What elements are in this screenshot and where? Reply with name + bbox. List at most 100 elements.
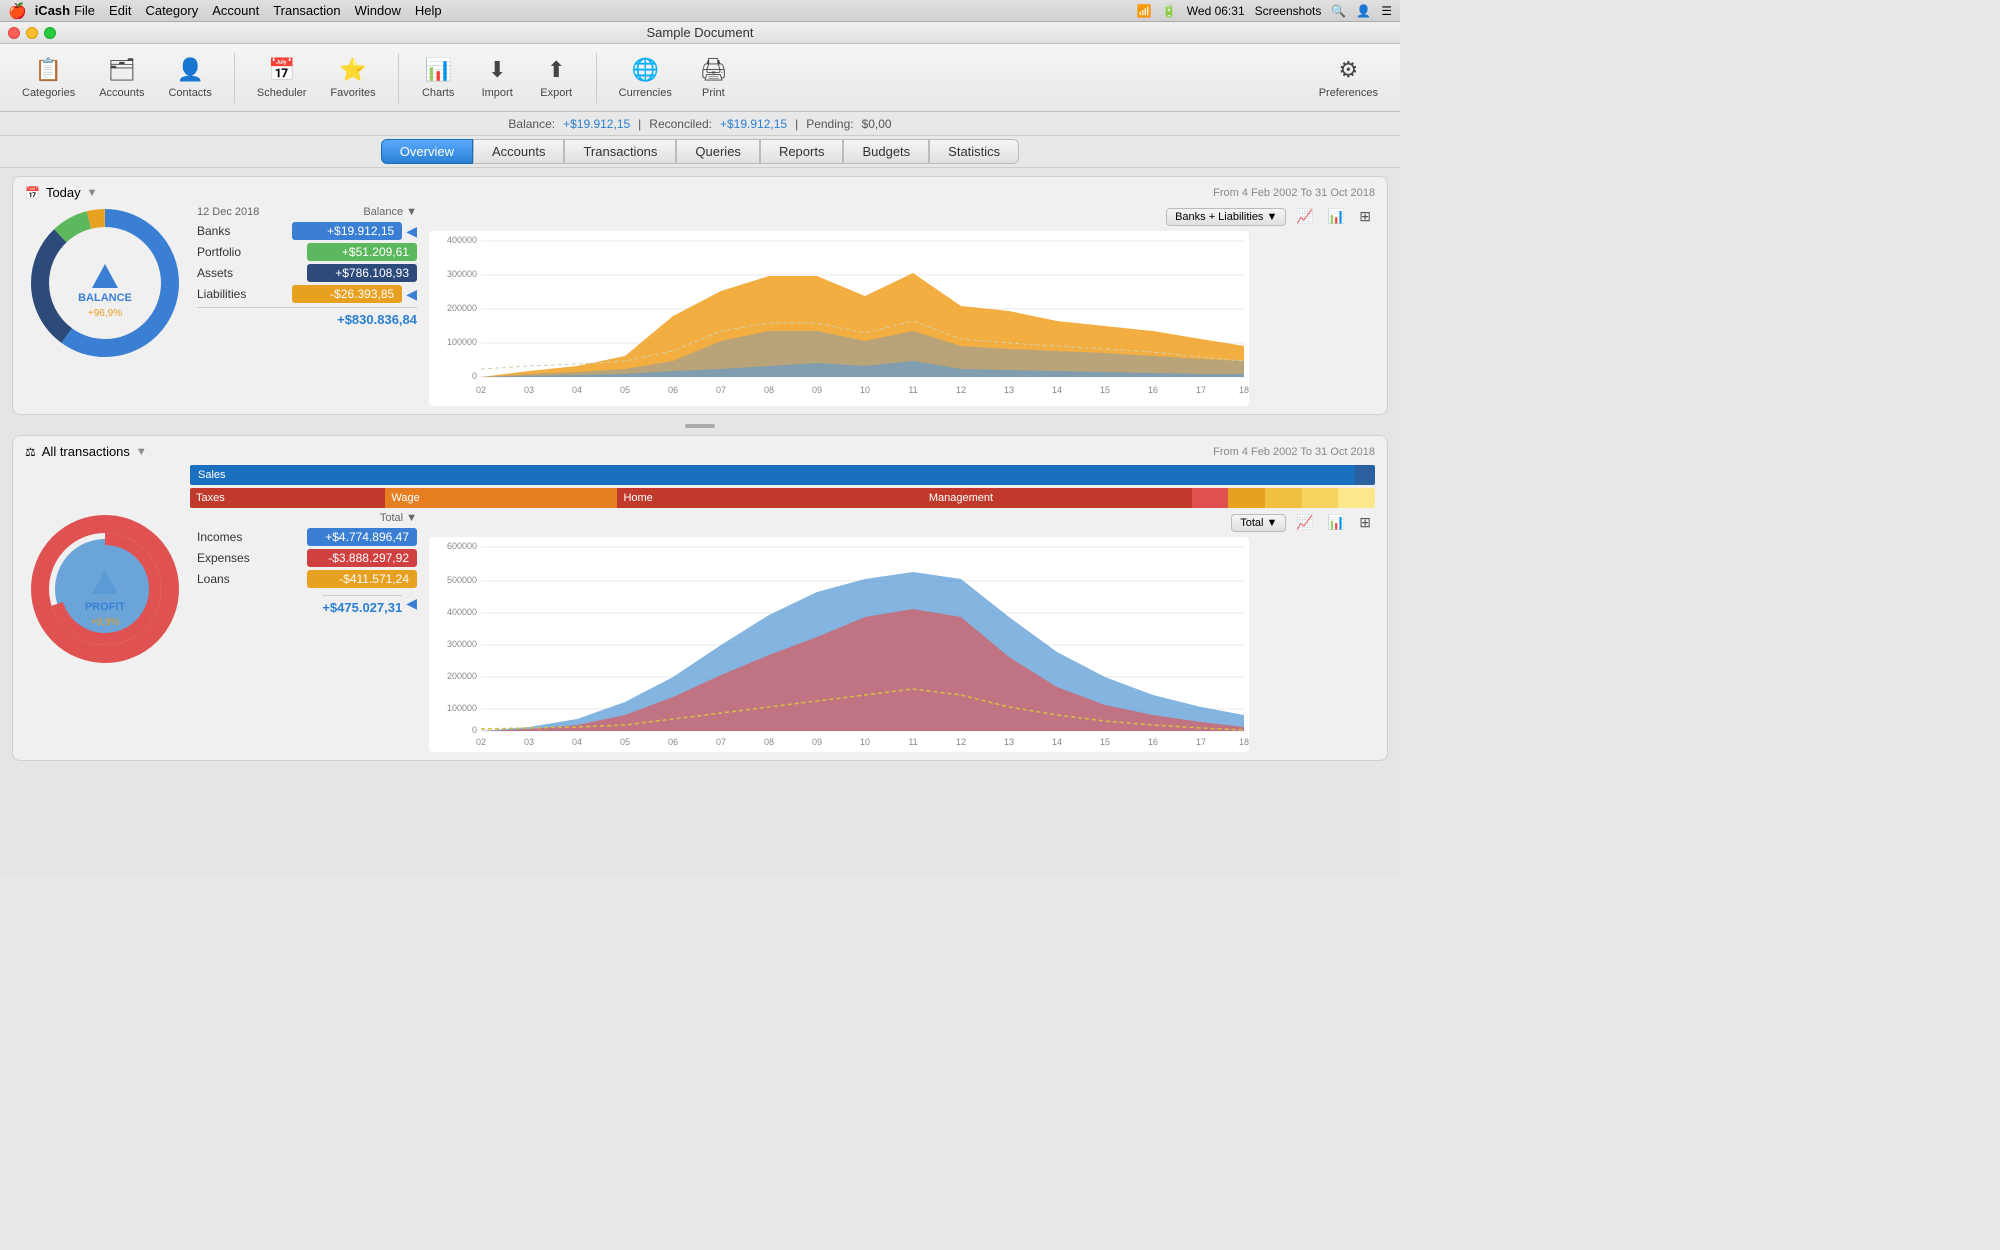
toolbar-print[interactable]: 🖨 Print <box>686 51 741 105</box>
user-icon[interactable]: 👤 <box>1356 4 1371 18</box>
svg-text:08: 08 <box>764 385 774 395</box>
wifi-icon: 📶 <box>1137 4 1152 18</box>
preferences-label: Preferences <box>1319 87 1378 99</box>
accounts-icon: 🗂 <box>108 57 136 83</box>
tab-reports[interactable]: Reports <box>760 139 844 164</box>
menu-transaction[interactable]: Transaction <box>273 3 340 18</box>
all-transactions-label[interactable]: All transactions <box>42 444 130 459</box>
svg-text:05: 05 <box>620 385 630 395</box>
currencies-label: Currencies <box>619 87 672 99</box>
bar-chart-icon[interactable]: 📊 <box>1324 206 1349 227</box>
today-dropdown-icon[interactable]: ▼ <box>87 187 98 199</box>
svg-text:+9,9%: +9,9% <box>90 617 119 628</box>
balance-value: +$19.912,15 <box>563 117 630 131</box>
menu-window[interactable]: Window <box>355 3 401 18</box>
svg-text:12: 12 <box>956 385 966 395</box>
sales-bar-label: Sales <box>198 469 226 481</box>
tab-bar: Overview Accounts Transactions Queries R… <box>0 136 1400 168</box>
area-chart-icon[interactable]: 📈 <box>1292 206 1317 227</box>
title-bar: Sample Document <box>0 22 1400 44</box>
balance-date-range: From 4 Feb 2002 To 31 Oct 2018 <box>1213 187 1375 199</box>
fullscreen-button[interactable] <box>44 27 56 39</box>
liabilities-arrow-icon: ◀ <box>406 286 417 303</box>
svg-text:400000: 400000 <box>447 607 477 617</box>
toolbar-favorites[interactable]: ⭐ Favorites <box>320 51 385 105</box>
toolbar-currencies[interactable]: 🌐 Currencies <box>609 51 682 105</box>
incomes-value: +$4.774.896,47 <box>307 528 417 546</box>
portfolio-value: +$51.209,61 <box>307 243 417 261</box>
separator-3 <box>596 53 597 103</box>
preferences-icon: ⚙ <box>1338 57 1358 83</box>
tab-accounts[interactable]: Accounts <box>473 139 564 164</box>
svg-text:04: 04 <box>572 385 582 395</box>
search-icon[interactable]: 🔍 <box>1331 4 1346 18</box>
svg-text:200000: 200000 <box>447 303 477 313</box>
svg-text:18: 18 <box>1239 385 1249 395</box>
toolbar-import[interactable]: ⬇ Import <box>470 51 525 105</box>
profit-donut-chart: PROFIT +9,9% <box>28 512 183 667</box>
today-label[interactable]: Today <box>46 185 81 200</box>
svg-text:18: 18 <box>1239 737 1249 747</box>
clock: Wed 06:31 <box>1187 4 1245 18</box>
svg-text:16: 16 <box>1148 737 1158 747</box>
loans-value: -$411.571,24 <box>307 570 417 588</box>
section-divider[interactable] <box>12 421 1388 431</box>
svg-text:10: 10 <box>860 737 870 747</box>
menu-edit[interactable]: Edit <box>109 3 131 18</box>
svg-text:06: 06 <box>668 737 678 747</box>
table-chart-icon[interactable]: ⊞ <box>1355 206 1375 227</box>
menu-account[interactable]: Account <box>212 3 259 18</box>
close-button[interactable] <box>8 27 20 39</box>
balance-row-liabilities: Liabilities -$26.393,85 ◀ <box>197 285 417 303</box>
svg-text:100000: 100000 <box>447 337 477 347</box>
chart-filter-dropdown[interactable]: Banks + Liabilities ▼ <box>1166 208 1286 226</box>
svg-text:600000: 600000 <box>447 541 477 551</box>
apple-menu[interactable]: 🍎 <box>8 2 27 20</box>
app-name[interactable]: iCash <box>35 3 70 18</box>
tab-statistics[interactable]: Statistics <box>929 139 1019 164</box>
profit-area-chart: 600000 500000 400000 300000 200000 10000… <box>429 537 1249 752</box>
menu-file[interactable]: File <box>74 3 95 18</box>
svg-text:500000: 500000 <box>447 575 477 585</box>
svg-text:08: 08 <box>764 737 774 747</box>
profit-bar-chart-icon[interactable]: 📊 <box>1324 512 1349 533</box>
profit-chart-dropdown[interactable]: Total ▼ <box>1231 514 1286 532</box>
toolbar-accounts[interactable]: 🗂 Accounts <box>89 51 154 105</box>
tab-queries[interactable]: Queries <box>676 139 760 164</box>
svg-text:BALANCE: BALANCE <box>78 292 132 304</box>
tab-overview[interactable]: Overview <box>381 139 473 164</box>
profit-table-icon[interactable]: ⊞ <box>1355 512 1375 533</box>
toolbar-categories[interactable]: 📋 Categories <box>12 51 85 105</box>
balance-col-header[interactable]: Balance ▼ <box>363 206 417 218</box>
tab-transactions[interactable]: Transactions <box>564 139 676 164</box>
toolbar-export[interactable]: ⬆ Export <box>529 51 584 105</box>
svg-text:200000: 200000 <box>447 671 477 681</box>
print-icon: 🖨 <box>699 57 727 83</box>
balance-row-portfolio: Portfolio +$51.209,61 <box>197 243 417 261</box>
menu-help[interactable]: Help <box>415 3 442 18</box>
svg-text:13: 13 <box>1004 737 1014 747</box>
toolbar-preferences[interactable]: ⚙ Preferences <box>1309 51 1388 105</box>
banks-arrow-icon: ◀ <box>406 223 417 240</box>
tab-budgets[interactable]: Budgets <box>843 139 929 164</box>
transactions-dropdown-icon[interactable]: ▼ <box>136 446 147 458</box>
menu-category[interactable]: Category <box>145 3 198 18</box>
divider-handle[interactable] <box>685 424 715 428</box>
taxes-bar-label: Taxes <box>196 492 225 504</box>
list-icon[interactable]: ☰ <box>1381 4 1392 18</box>
toolbar-contacts[interactable]: 👤 Contacts <box>158 51 221 105</box>
profit-area-chart-icon[interactable]: 📈 <box>1292 512 1317 533</box>
toolbar-scheduler[interactable]: 📅 Scheduler <box>247 51 317 105</box>
status-bar: Balance: +$19.912,15 | Reconciled: +$19.… <box>0 112 1400 136</box>
import-icon: ⬇ <box>488 57 506 83</box>
reconciled-label: Reconciled: <box>649 117 712 131</box>
minimize-button[interactable] <box>26 27 38 39</box>
toolbar: 📋 Categories 🗂 Accounts 👤 Contacts 📅 Sch… <box>0 44 1400 112</box>
toolbar-charts[interactable]: 📊 Charts <box>411 51 466 105</box>
svg-text:14: 14 <box>1052 737 1062 747</box>
svg-text:17: 17 <box>1196 737 1206 747</box>
total-col-header[interactable]: Total ▼ <box>380 512 417 524</box>
svg-text:11: 11 <box>908 385 917 395</box>
contacts-icon: 👤 <box>176 57 203 83</box>
management-bar-label: Management <box>929 492 993 504</box>
